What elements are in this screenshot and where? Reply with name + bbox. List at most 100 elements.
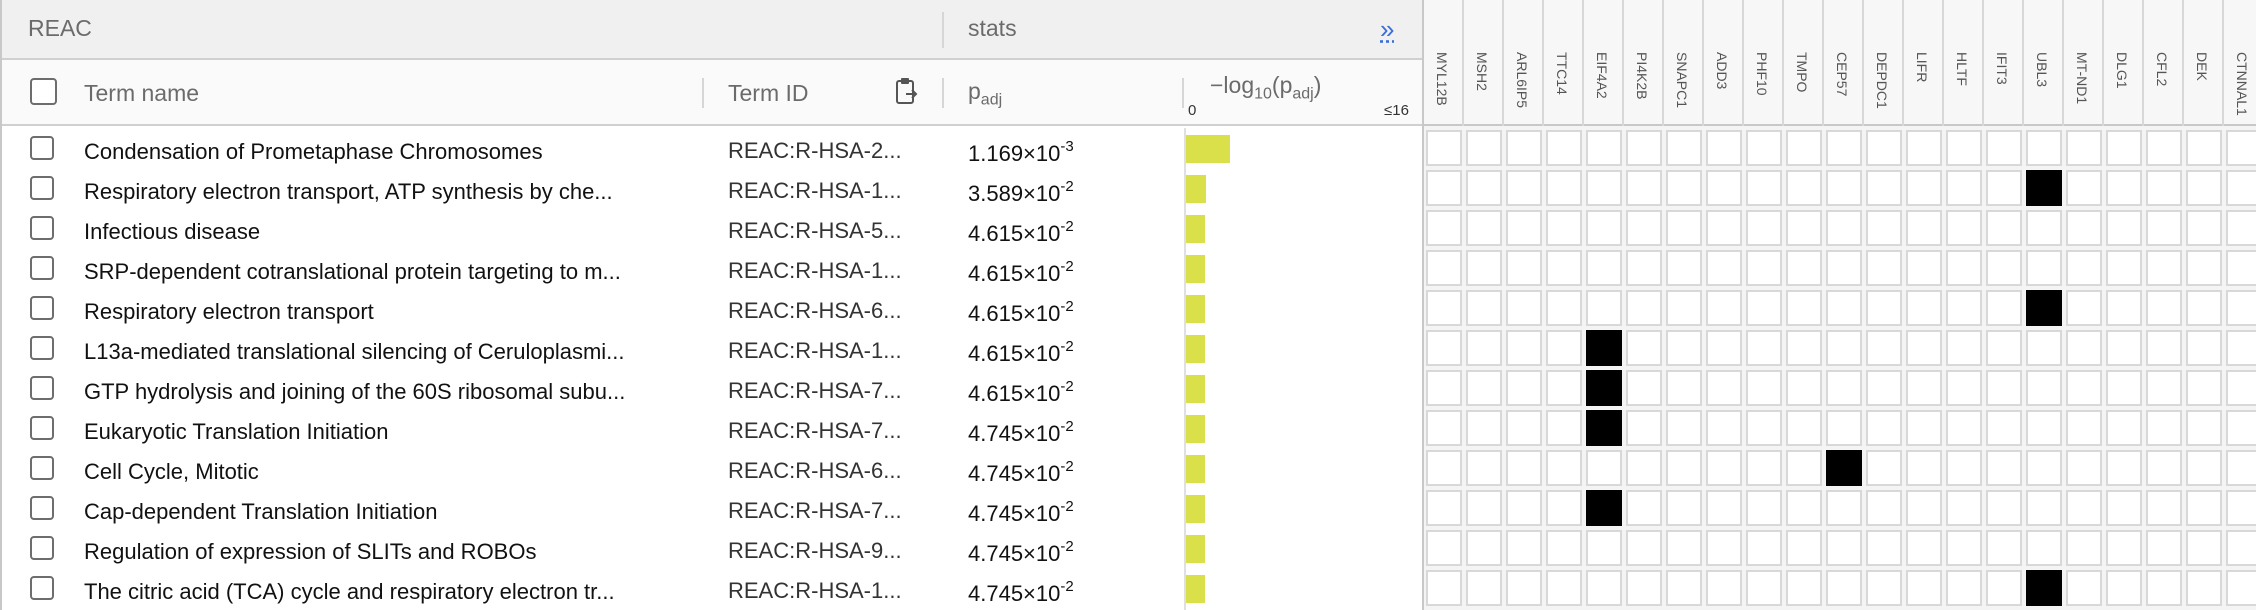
gene-column-header[interactable]: IFIT3 bbox=[1984, 0, 2024, 126]
table-row[interactable]: L13a-mediated translational silencing of… bbox=[2, 328, 1424, 368]
gene-cell[interactable] bbox=[2106, 410, 2142, 446]
gene-cell[interactable] bbox=[1706, 530, 1742, 566]
term-id[interactable]: REAC:R-HSA-5... bbox=[728, 218, 902, 244]
gene-cell[interactable] bbox=[2186, 450, 2222, 486]
row-checkbox[interactable] bbox=[30, 576, 54, 600]
gene-cell[interactable] bbox=[1786, 330, 1822, 366]
row-checkbox[interactable] bbox=[30, 136, 54, 160]
gene-hit-cell[interactable] bbox=[1586, 410, 1622, 446]
gene-cell[interactable] bbox=[2026, 530, 2062, 566]
gene-cell[interactable] bbox=[1706, 450, 1742, 486]
gene-cell[interactable] bbox=[2026, 410, 2062, 446]
gene-cell[interactable] bbox=[1986, 130, 2022, 166]
gene-cell[interactable] bbox=[2146, 570, 2182, 606]
gene-cell[interactable] bbox=[2226, 490, 2256, 526]
term-name[interactable]: Respiratory electron transport bbox=[84, 299, 374, 325]
gene-cell[interactable] bbox=[2186, 530, 2222, 566]
gene-cell[interactable] bbox=[1426, 490, 1462, 526]
gene-cell[interactable] bbox=[2106, 530, 2142, 566]
gene-cell[interactable] bbox=[1586, 570, 1622, 606]
gene-cell[interactable] bbox=[2146, 290, 2182, 326]
column-divider[interactable] bbox=[702, 78, 704, 108]
gene-cell[interactable] bbox=[1546, 130, 1582, 166]
gene-cell[interactable] bbox=[2026, 330, 2062, 366]
gene-cell[interactable] bbox=[1906, 210, 1942, 246]
gene-cell[interactable] bbox=[1706, 570, 1742, 606]
gene-cell[interactable] bbox=[2146, 170, 2182, 206]
gene-column-header[interactable]: LIFR bbox=[1904, 0, 1944, 126]
gene-cell[interactable] bbox=[1746, 370, 1782, 406]
gene-cell[interactable] bbox=[2146, 530, 2182, 566]
gene-cell[interactable] bbox=[1426, 170, 1462, 206]
gene-cell[interactable] bbox=[2226, 530, 2256, 566]
gene-cell[interactable] bbox=[1546, 250, 1582, 286]
table-row[interactable]: Infectious disease REAC:R-HSA-5... 4.615×1… bbox=[2, 208, 1424, 248]
table-row[interactable]: Eukaryotic Translation Initiation REAC:R-… bbox=[2, 408, 1424, 448]
gene-cell[interactable] bbox=[1826, 130, 1862, 166]
gene-hit-cell[interactable] bbox=[1826, 450, 1862, 486]
gene-cell[interactable] bbox=[1506, 210, 1542, 246]
gene-column-header[interactable]: DLG1 bbox=[2104, 0, 2144, 126]
gene-cell[interactable] bbox=[1986, 330, 2022, 366]
select-all-checkbox[interactable] bbox=[30, 78, 57, 105]
gene-column-header[interactable]: UBL3 bbox=[2024, 0, 2064, 126]
gene-cell[interactable] bbox=[2106, 210, 2142, 246]
gene-cell[interactable] bbox=[1786, 570, 1822, 606]
gene-cell[interactable] bbox=[2226, 570, 2256, 606]
gene-cell[interactable] bbox=[1946, 250, 1982, 286]
gene-cell[interactable] bbox=[2226, 170, 2256, 206]
term-id[interactable]: REAC:R-HSA-1... bbox=[728, 578, 902, 604]
clipboard-icon[interactable] bbox=[894, 76, 920, 106]
term-name[interactable]: Regulation of expression of SLITs and RO… bbox=[84, 539, 536, 565]
gene-cell[interactable] bbox=[1946, 410, 1982, 446]
gene-cell[interactable] bbox=[1906, 170, 1942, 206]
gene-cell[interactable] bbox=[1666, 330, 1702, 366]
gene-cell[interactable] bbox=[1746, 170, 1782, 206]
term-name[interactable]: Respiratory electron transport, ATP synt… bbox=[84, 179, 613, 205]
gene-cell[interactable] bbox=[2106, 450, 2142, 486]
gene-column-header[interactable]: EIF4A2 bbox=[1584, 0, 1624, 126]
table-row[interactable]: GTP hydrolysis and joining of the 60S ri… bbox=[2, 368, 1424, 408]
gene-cell[interactable] bbox=[1826, 530, 1862, 566]
gene-cell[interactable] bbox=[1746, 210, 1782, 246]
gene-cell[interactable] bbox=[1906, 290, 1942, 326]
gene-column-header[interactable]: MYL12B bbox=[1424, 0, 1464, 126]
gene-cell[interactable] bbox=[1466, 530, 1502, 566]
gene-cell[interactable] bbox=[1786, 370, 1822, 406]
gene-cell[interactable] bbox=[1746, 450, 1782, 486]
gene-cell[interactable] bbox=[1466, 290, 1502, 326]
row-checkbox[interactable] bbox=[30, 456, 54, 480]
gene-cell[interactable] bbox=[2186, 570, 2222, 606]
gene-cell[interactable] bbox=[1586, 530, 1622, 566]
term-name-header[interactable]: Term name bbox=[84, 80, 199, 107]
gene-cell[interactable] bbox=[1906, 450, 1942, 486]
gene-cell[interactable] bbox=[1906, 410, 1942, 446]
gene-cell[interactable] bbox=[1626, 210, 1662, 246]
gene-cell[interactable] bbox=[1906, 330, 1942, 366]
gene-cell[interactable] bbox=[1506, 490, 1542, 526]
gene-cell[interactable] bbox=[2186, 370, 2222, 406]
gene-cell[interactable] bbox=[1826, 250, 1862, 286]
gene-column-header[interactable]: ARL6IP5 bbox=[1504, 0, 1544, 126]
gene-cell[interactable] bbox=[1506, 410, 1542, 446]
gene-column-header[interactable]: PI4K2B bbox=[1624, 0, 1664, 126]
gene-cell[interactable] bbox=[1546, 290, 1582, 326]
gene-cell[interactable] bbox=[1466, 450, 1502, 486]
gene-cell[interactable] bbox=[1946, 130, 1982, 166]
gene-cell[interactable] bbox=[1986, 410, 2022, 446]
gene-column-header[interactable]: PHF10 bbox=[1744, 0, 1784, 126]
gene-cell[interactable] bbox=[1506, 250, 1542, 286]
gene-cell[interactable] bbox=[1746, 130, 1782, 166]
gene-cell[interactable] bbox=[1746, 250, 1782, 286]
gene-cell[interactable] bbox=[1426, 130, 1462, 166]
gene-cell[interactable] bbox=[1946, 490, 1982, 526]
gene-cell[interactable] bbox=[2026, 370, 2062, 406]
gene-hit-cell[interactable] bbox=[2026, 570, 2062, 606]
gene-cell[interactable] bbox=[1826, 410, 1862, 446]
gene-cell[interactable] bbox=[1466, 490, 1502, 526]
term-name[interactable]: L13a-mediated translational silencing of… bbox=[84, 339, 625, 365]
gene-cell[interactable] bbox=[1906, 250, 1942, 286]
gene-cell[interactable] bbox=[2106, 370, 2142, 406]
gene-cell[interactable] bbox=[2226, 330, 2256, 366]
gene-cell[interactable] bbox=[1786, 130, 1822, 166]
